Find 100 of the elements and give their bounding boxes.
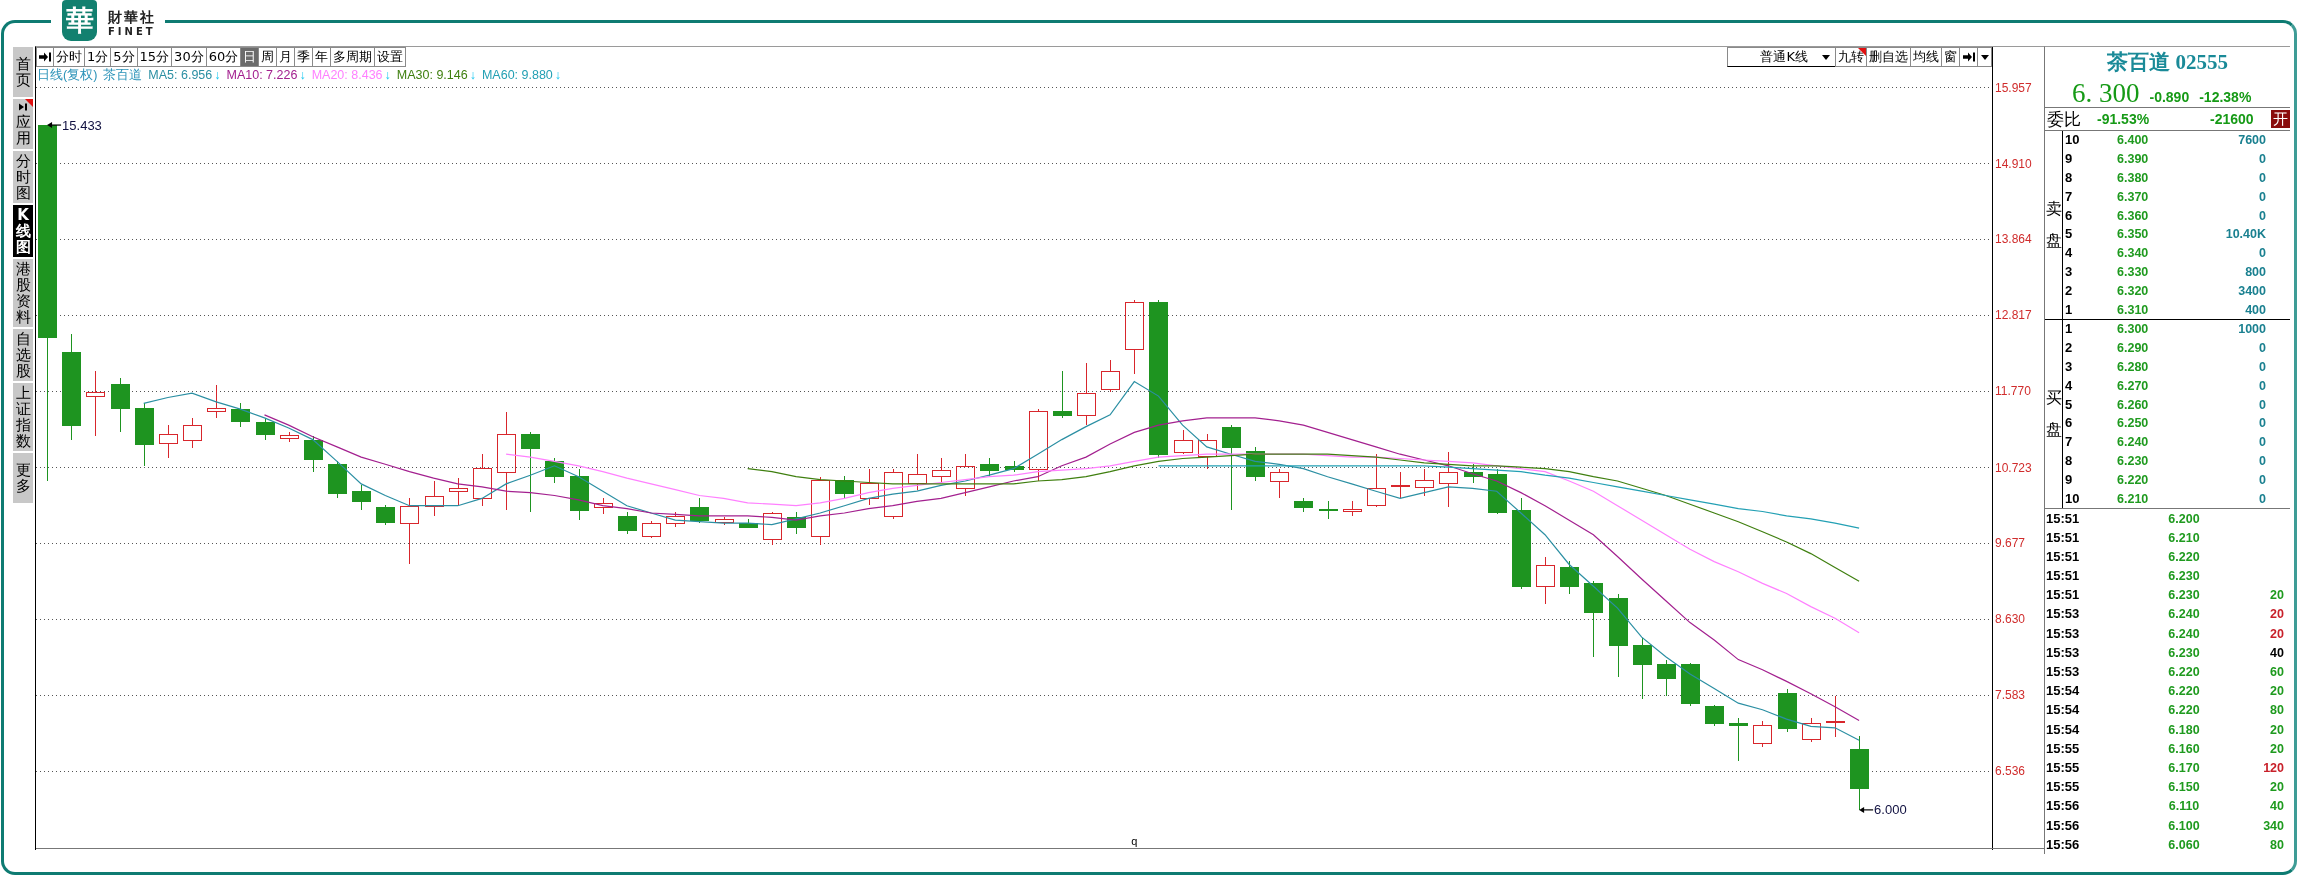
axis-tick-label: 12.817 [1995,308,2032,323]
period-tab[interactable]: 分时 [53,47,85,67]
level-price: 6.260 [2117,397,2150,412]
level-number: 6 [2064,208,2074,223]
axis-tick-label: 15.957 [1995,83,2032,95]
candlestick [1415,468,1434,497]
toolbar-button[interactable]: 删自选 [1866,47,1911,67]
candlestick [1705,704,1724,727]
period-tab[interactable]: 15分 [136,47,173,67]
trade-price: 6.230 [2167,569,2201,584]
trade-volume: 20 [2269,588,2285,603]
trade-price: 6.210 [2167,530,2201,545]
trade-time: 15:54 [2045,722,2081,737]
level-volume: 800 [2244,264,2267,279]
period-tab[interactable]: 多周期 [330,47,376,67]
period-tab[interactable]: 60分 [205,47,242,67]
chart-type-dropdown[interactable]: 普通K线 [1727,47,1836,67]
candlestick [1729,717,1748,762]
period-tab[interactable]: 设置 [374,47,407,67]
trade-price: 6.220 [2167,703,2201,718]
level-number: 1 [2064,322,2074,337]
axis-tick-label: 14.910 [1995,156,2032,171]
level-number: 10 [2064,491,2081,506]
level-number: 6 [2064,416,2074,431]
arrow-to-bar-icon [39,52,51,62]
level-volume: 0 [2258,359,2267,374]
level-volume: 1000 [2237,322,2267,337]
trade-time: 15:55 [2045,741,2081,756]
pointer-arrow [1859,806,1874,813]
sidebar-tab[interactable]: K线图 [13,205,33,257]
period-tab[interactable]: 1分 [84,47,112,67]
trade-time: 15:53 [2045,665,2081,680]
trade-time: 15:56 [2045,818,2081,833]
pointer-arrow [47,122,62,129]
sidebar-tab[interactable]: 更多 [13,453,33,503]
candlestick [1464,463,1483,484]
sidebar-tab[interactable]: 上证指数 [13,383,33,451]
sidebar-tab[interactable]: 港股资料 [13,259,33,327]
trade-volume: 120 [2262,760,2285,775]
trade-time: 15:53 [2045,607,2081,622]
candlestick [425,480,444,517]
candlestick [932,457,951,484]
trade-time: 15:55 [2045,780,2081,795]
stock-name: 茶百道 [103,67,143,83]
toolbar-button[interactable]: 九转 [1835,47,1867,67]
level-price: 6.350 [2117,227,2150,242]
candlestick [183,417,202,449]
trade-price: 6.230 [2167,645,2201,660]
candlestick [666,511,685,528]
level-price: 6.320 [2117,283,2150,298]
candlestick [1657,659,1676,697]
trade-volume: 20 [2269,607,2285,622]
level-price: 6.340 [2117,246,2150,261]
toolbar-button[interactable]: 均线 [1910,47,1942,67]
logo-latin: FINET [108,26,156,37]
period-tab[interactable]: 5分 [110,47,138,67]
level-number: 7 [2064,435,2074,450]
period-tab[interactable]: 30分 [171,47,207,67]
level-volume: 400 [2244,302,2267,317]
legend-label: MA30: 9.146 [396,67,468,83]
sidebar-tab[interactable]: 分时图 [13,151,33,203]
candlestick [715,516,734,526]
caret-icon [1822,54,1830,60]
candlestick [111,377,130,433]
legend-label: MA5: 6.956 [148,67,213,83]
level-volume: 0 [2258,208,2267,223]
candlestick [787,511,806,535]
trade-price: 6.060 [2167,837,2201,852]
sidebar-tab[interactable]: 首页 [13,47,33,97]
level-number: 5 [2064,227,2074,242]
trade-time: 15:53 [2045,645,2081,660]
candlestick [159,424,178,459]
candlestick [352,484,371,511]
candlestick [135,402,154,467]
candlestick [835,475,854,499]
candlestick [304,435,323,473]
candlestick [1077,362,1096,426]
price-label: 6.000 [1874,802,1907,818]
trade-volume: 80 [2269,837,2285,852]
candlestick [328,460,347,499]
sidebar-tab[interactable]: 自选股 [13,329,33,381]
trade-price: 6.220 [2167,549,2201,564]
trade-price: 6.220 [2167,684,2201,699]
candlestick [231,402,250,428]
trade-time: 15:54 [2045,703,2081,718]
menu-button[interactable] [1977,47,1992,67]
trade-volume: 80 [2269,703,2285,718]
sidebar-tab[interactable]: 应用 [13,99,33,149]
level-number: 2 [2064,283,2074,298]
candlestick [980,457,999,477]
level-number: 2 [2064,341,2074,356]
level-volume: 0 [2258,435,2267,450]
candlestick [86,370,105,437]
axis-tick-label: 7.583 [1995,688,2026,703]
arrow-to-bar-icon [19,102,27,111]
collapse-button[interactable] [36,47,54,67]
level-price: 6.370 [2117,189,2150,204]
axis-tick-label: 11.770 [1995,384,2031,399]
logo-name: 財華社 [108,10,156,25]
level-price: 6.310 [2117,302,2150,317]
